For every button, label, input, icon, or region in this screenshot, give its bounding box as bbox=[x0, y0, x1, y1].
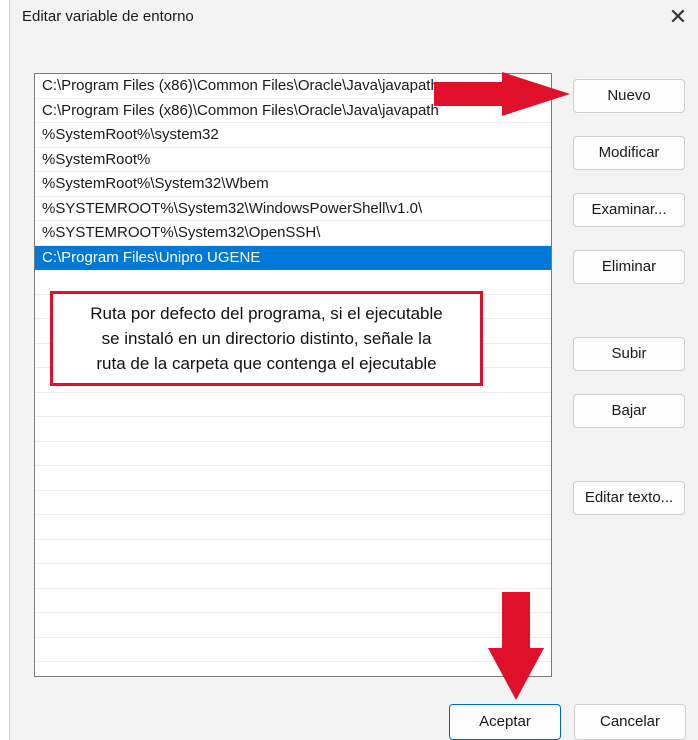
eliminar-button[interactable]: Eliminar bbox=[573, 250, 685, 284]
modificar-button[interactable]: Modificar bbox=[573, 136, 685, 170]
window-title: Editar variable de entorno bbox=[22, 8, 194, 25]
annotation-line-2: se instaló en un directorio distinto, se… bbox=[101, 329, 432, 348]
editar-texto-button[interactable]: Editar texto... bbox=[573, 481, 685, 515]
path-list-empty-row[interactable] bbox=[35, 491, 551, 515]
path-list-item[interactable]: %SystemRoot% bbox=[35, 148, 551, 172]
path-list-empty-row[interactable] bbox=[35, 442, 551, 466]
annotation-callout: Ruta por defecto del programa, si el eje… bbox=[50, 291, 483, 386]
path-list-empty-row[interactable] bbox=[35, 466, 551, 491]
path-list-empty-row[interactable] bbox=[35, 589, 551, 613]
path-list-empty-row[interactable] bbox=[35, 540, 551, 564]
annotation-line-1: Ruta por defecto del programa, si el eje… bbox=[90, 304, 443, 323]
path-list-empty-row[interactable] bbox=[35, 613, 551, 638]
window-left-edge bbox=[0, 0, 10, 740]
path-list-item[interactable]: %SystemRoot%\System32\Wbem bbox=[35, 172, 551, 197]
subir-button[interactable]: Subir bbox=[573, 337, 685, 371]
aceptar-button[interactable]: Aceptar bbox=[449, 704, 561, 740]
close-icon[interactable]: ✕ bbox=[666, 2, 690, 32]
path-list-item[interactable]: C:\Program Files\Unipro UGENE bbox=[35, 245, 551, 270]
cancelar-button[interactable]: Cancelar bbox=[574, 704, 686, 740]
nuevo-button[interactable]: Nuevo bbox=[573, 79, 685, 113]
examinar-button[interactable]: Examinar... bbox=[573, 193, 685, 227]
red-arrow-down-icon bbox=[488, 592, 544, 700]
path-list-item[interactable]: %SystemRoot%\system32 bbox=[35, 123, 551, 148]
path-list-empty-row[interactable] bbox=[35, 417, 551, 442]
path-list-empty-row[interactable] bbox=[35, 638, 551, 662]
path-list-item[interactable]: %SYSTEMROOT%\System32\WindowsPowerShell\… bbox=[35, 197, 551, 221]
path-list-empty-row[interactable] bbox=[35, 515, 551, 540]
red-arrow-right-icon bbox=[434, 72, 570, 116]
bajar-button[interactable]: Bajar bbox=[573, 394, 685, 428]
annotation-line-3: ruta de la carpeta que contenga el ejecu… bbox=[96, 354, 437, 373]
path-list-empty-row[interactable] bbox=[35, 564, 551, 589]
path-list-item[interactable]: %SYSTEMROOT%\System32\OpenSSH\ bbox=[35, 221, 551, 246]
path-list-empty-row[interactable] bbox=[35, 393, 551, 417]
